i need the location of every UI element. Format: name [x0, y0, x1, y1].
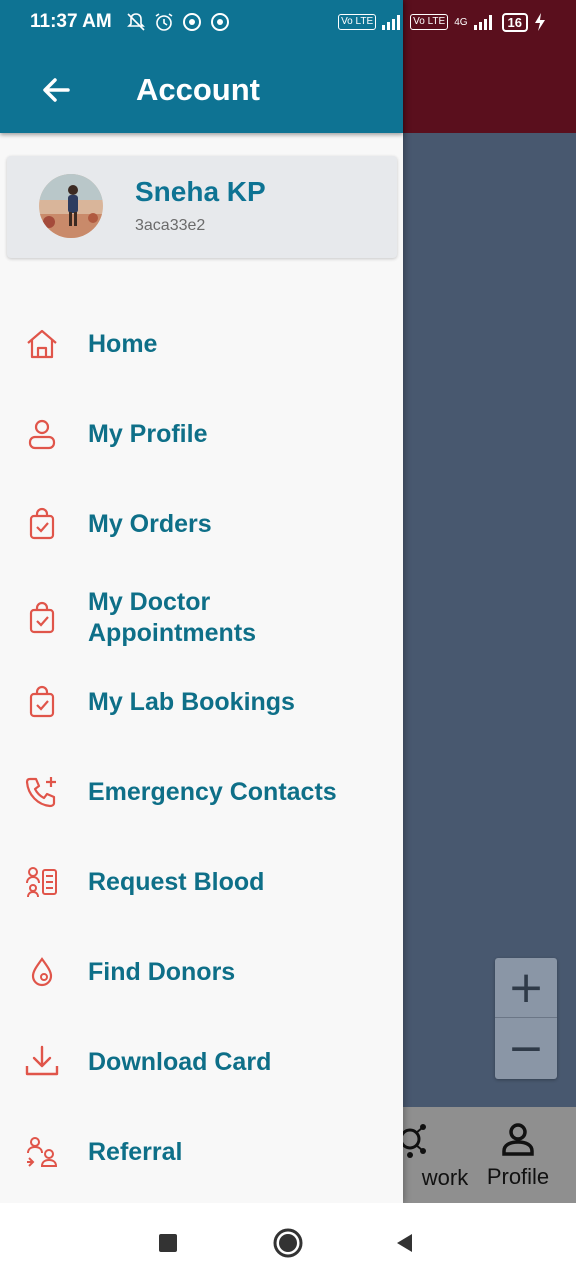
system-navigation-bar — [0, 1203, 576, 1280]
menu-item-label: My Doctor Appointments — [88, 588, 257, 647]
home-nav-button[interactable] — [268, 1223, 308, 1263]
menu-item-label: My Orders — [88, 509, 212, 538]
signal-icon — [382, 15, 401, 30]
sync-icon — [182, 13, 201, 31]
zoom-in-button[interactable]: + — [495, 958, 557, 1018]
menu-item-label: My Lab Bookings — [88, 687, 295, 716]
status-time: 11:37 AM — [30, 11, 112, 32]
profile-id: 3aca33e2 — [135, 217, 206, 234]
menu-item-label: Emergency Contacts — [88, 777, 337, 806]
menu-item-request-blood[interactable]: Request Blood — [0, 858, 403, 906]
shopping-bag-check-icon — [22, 504, 62, 544]
notifications-off-icon — [126, 13, 145, 31]
menu-item-my-lab-bookings[interactable]: My Lab Bookings — [0, 678, 403, 726]
profile-name: Sneha KP — [135, 176, 266, 207]
square-icon — [159, 1234, 177, 1252]
request-blood-icon — [22, 862, 62, 902]
battery-indicator: 16 — [501, 12, 528, 32]
recents-button[interactable] — [148, 1223, 188, 1263]
bottom-nav-profile[interactable]: Profile — [470, 1107, 566, 1203]
menu-item-emergency-contacts[interactable]: Emergency Contacts — [0, 768, 403, 816]
bottom-nav-profile-label: Profile — [486, 1164, 550, 1189]
referral-icon — [22, 1132, 62, 1172]
menu-item-label: Download Card — [88, 1047, 272, 1076]
back-nav-button[interactable] — [385, 1223, 425, 1263]
menu-item-label: Referral — [88, 1137, 183, 1166]
arrow-left-icon — [43, 78, 70, 102]
menu-item-label: My Profile — [88, 419, 208, 448]
phone-plus-icon — [22, 772, 62, 812]
menu-item-label: Request Blood — [88, 867, 265, 896]
charging-icon — [535, 13, 545, 31]
profile-icon — [502, 1123, 534, 1156]
status-bar: 11:37 AM Vo LTE Vo LTE 4G 16 — [0, 0, 576, 44]
volte-badge-1: Vo LTE — [338, 14, 377, 30]
menu-item-referral[interactable]: Referral — [0, 1128, 403, 1176]
menu-item-label: Home — [88, 329, 158, 358]
zoom-out-button[interactable]: − — [495, 1018, 557, 1078]
menu-item-my-orders[interactable]: My Orders — [0, 500, 403, 548]
menu-item-find-donors[interactable]: Find Donors — [0, 948, 403, 996]
menu-item-my-profile[interactable]: My Profile — [0, 410, 403, 458]
shopping-bag-check-icon — [22, 682, 62, 722]
drawer-title: Account — [136, 72, 260, 107]
menu-item-home[interactable]: Home — [0, 320, 403, 368]
menu-item-download-card[interactable]: Download Card — [0, 1038, 403, 1086]
download-icon — [22, 1042, 62, 1082]
network-type: 4G — [454, 16, 468, 28]
sync-icon-2 — [210, 13, 229, 31]
menu-item-my-doctor-appointments[interactable]: My Doctor Appointments — [0, 580, 403, 656]
profile-card[interactable]: Sneha KP 3aca33e2 — [7, 156, 397, 258]
volte-badge-2: Vo LTE — [410, 14, 449, 30]
home-icon — [22, 324, 62, 364]
alarm-icon — [155, 13, 173, 31]
zoom-controls: + − — [495, 958, 557, 1079]
back-button[interactable] — [36, 70, 76, 110]
avatar — [39, 174, 103, 238]
menu-item-label: Find Donors — [88, 957, 236, 986]
shopping-bag-check-icon — [22, 598, 62, 638]
circle-icon — [273, 1228, 303, 1258]
triangle-back-icon — [397, 1234, 412, 1252]
bottom-nav-network-label: work — [421, 1165, 469, 1190]
navigation-drawer: Account Sneha KP 3aca33e2 Home My Profil… — [0, 0, 403, 1203]
signal-icon-2 — [473, 15, 492, 30]
blood-drop-icon — [22, 952, 62, 992]
person-icon — [22, 414, 62, 454]
